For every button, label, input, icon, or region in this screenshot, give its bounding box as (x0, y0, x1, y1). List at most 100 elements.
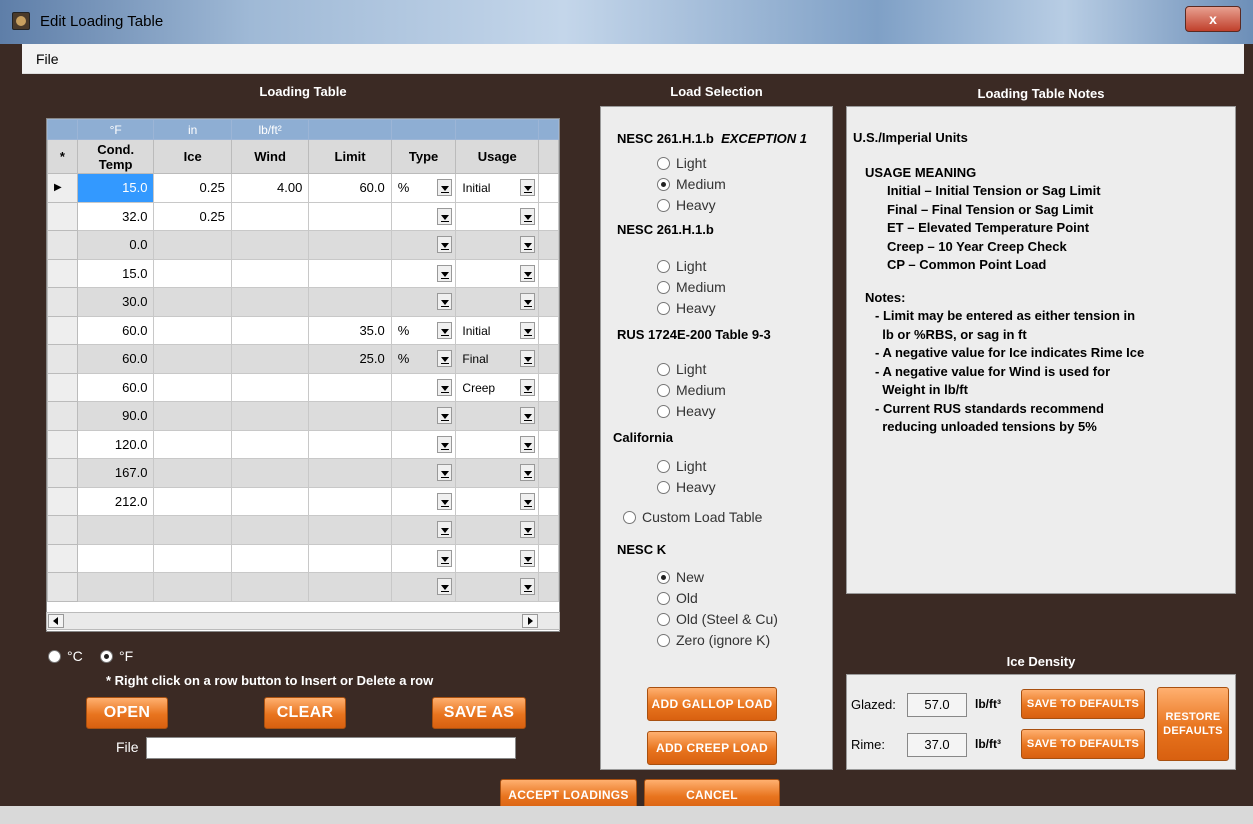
row-button[interactable] (47, 201, 78, 231)
type-dropdown[interactable]: % (390, 173, 457, 203)
dropdown-arrow-icon[interactable] (437, 207, 453, 225)
ice-cell[interactable] (153, 572, 232, 602)
limit-cell[interactable] (308, 287, 392, 317)
ice-cell[interactable] (153, 515, 232, 545)
close-button[interactable]: x (1185, 6, 1241, 32)
dropdown-arrow-icon[interactable] (437, 378, 453, 396)
cond-temp-cell[interactable] (76, 543, 155, 573)
type-dropdown[interactable] (390, 401, 457, 431)
cond-temp-cell[interactable]: 15.0 (76, 173, 155, 203)
limit-cell[interactable]: 25.0 (308, 344, 392, 374)
dropdown-arrow-icon[interactable] (437, 321, 453, 339)
ice-cell[interactable] (153, 401, 232, 431)
rus-light-radio[interactable]: Light (657, 361, 706, 377)
row-button[interactable] (47, 543, 78, 573)
dropdown-arrow-icon[interactable] (520, 293, 536, 310)
column-header[interactable]: Type (390, 139, 457, 174)
type-dropdown[interactable] (390, 230, 457, 260)
cond-temp-cell[interactable]: 15.0 (76, 258, 155, 288)
type-dropdown[interactable]: % (390, 344, 457, 374)
dropdown-arrow-icon[interactable] (520, 492, 536, 510)
column-header[interactable]: Usage (455, 139, 540, 174)
type-dropdown[interactable] (390, 429, 457, 459)
type-dropdown[interactable]: % (390, 315, 457, 345)
ice-cell[interactable] (153, 287, 232, 317)
usage-dropdown[interactable] (455, 258, 540, 288)
usage-dropdown[interactable]: Creep (455, 372, 540, 402)
usage-dropdown[interactable]: Initial (455, 173, 540, 203)
ice-cell[interactable] (153, 486, 232, 516)
row-button[interactable] (47, 401, 78, 431)
menu-file[interactable]: File (36, 51, 59, 67)
wind-cell[interactable] (230, 344, 310, 374)
wind-cell[interactable] (230, 201, 310, 231)
nesc-k-old-radio[interactable]: Old (657, 590, 698, 606)
wind-cell[interactable] (230, 458, 310, 488)
row-button[interactable] (47, 572, 78, 602)
wind-cell[interactable] (230, 429, 310, 459)
dropdown-arrow-icon[interactable] (437, 407, 453, 424)
rus-heavy-radio[interactable]: Heavy (657, 403, 716, 419)
limit-cell[interactable] (308, 515, 392, 545)
usage-dropdown[interactable] (455, 572, 540, 602)
unit-fahrenheit-radio[interactable]: °F (100, 648, 133, 664)
usage-dropdown[interactable] (455, 201, 540, 231)
usage-dropdown[interactable] (455, 543, 540, 573)
usage-dropdown[interactable] (455, 287, 540, 317)
dropdown-arrow-icon[interactable] (520, 350, 536, 367)
clear-button[interactable]: CLEAR (264, 697, 346, 729)
row-button[interactable] (47, 372, 78, 402)
california-heavy-radio[interactable]: Heavy (657, 479, 716, 495)
type-dropdown[interactable] (390, 258, 457, 288)
limit-cell[interactable] (308, 458, 392, 488)
dropdown-arrow-icon[interactable] (520, 407, 536, 424)
wind-cell[interactable] (230, 401, 310, 431)
add-gallop-load-button[interactable]: ADD GALLOP LOAD (647, 687, 777, 721)
usage-dropdown[interactable]: Initial (455, 315, 540, 345)
nesc-k-old-steel-cu-radio[interactable]: Old (Steel & Cu) (657, 611, 778, 627)
limit-cell[interactable]: 35.0 (308, 315, 392, 345)
dropdown-arrow-icon[interactable] (520, 264, 536, 282)
limit-cell[interactable]: 60.0 (308, 173, 392, 203)
dropdown-arrow-icon[interactable] (520, 549, 536, 567)
type-dropdown[interactable] (390, 458, 457, 488)
type-dropdown[interactable] (390, 201, 457, 231)
type-dropdown[interactable] (390, 486, 457, 516)
dropdown-arrow-icon[interactable] (437, 549, 453, 567)
column-header[interactable]: Ice (153, 139, 232, 174)
cond-temp-cell[interactable]: 60.0 (76, 344, 155, 374)
cond-temp-cell[interactable]: 60.0 (76, 372, 155, 402)
cond-temp-cell[interactable]: 212.0 (76, 486, 155, 516)
wind-cell[interactable] (230, 486, 310, 516)
cond-temp-cell[interactable]: 30.0 (76, 287, 155, 317)
wind-cell[interactable] (230, 258, 310, 288)
wind-cell[interactable] (230, 515, 310, 545)
dropdown-arrow-icon[interactable] (437, 492, 453, 510)
row-button[interactable] (47, 344, 78, 374)
nesc-light-radio[interactable]: Light (657, 258, 706, 274)
limit-cell[interactable] (308, 258, 392, 288)
dropdown-arrow-icon[interactable] (520, 321, 536, 339)
limit-cell[interactable] (308, 401, 392, 431)
wind-cell[interactable] (230, 315, 310, 345)
cond-temp-cell[interactable] (76, 515, 155, 545)
ice-cell[interactable] (153, 429, 232, 459)
dropdown-arrow-icon[interactable] (520, 578, 536, 595)
ice-cell[interactable] (153, 315, 232, 345)
wind-cell[interactable] (230, 287, 310, 317)
row-button[interactable] (47, 315, 78, 345)
cond-temp-cell[interactable]: 32.0 (76, 201, 155, 231)
limit-cell[interactable] (308, 201, 392, 231)
ice-cell[interactable] (153, 458, 232, 488)
dropdown-arrow-icon[interactable] (520, 236, 536, 253)
row-button[interactable] (47, 486, 78, 516)
ice-cell[interactable] (153, 258, 232, 288)
wind-cell[interactable] (230, 543, 310, 573)
type-dropdown[interactable] (390, 543, 457, 573)
ice-cell[interactable] (153, 543, 232, 573)
scroll-right-arrow-icon[interactable] (522, 614, 538, 628)
row-button[interactable] (47, 258, 78, 288)
cond-temp-cell[interactable]: 120.0 (76, 429, 155, 459)
wind-cell[interactable] (230, 572, 310, 602)
nesc-exc-heavy-radio[interactable]: Heavy (657, 197, 716, 213)
